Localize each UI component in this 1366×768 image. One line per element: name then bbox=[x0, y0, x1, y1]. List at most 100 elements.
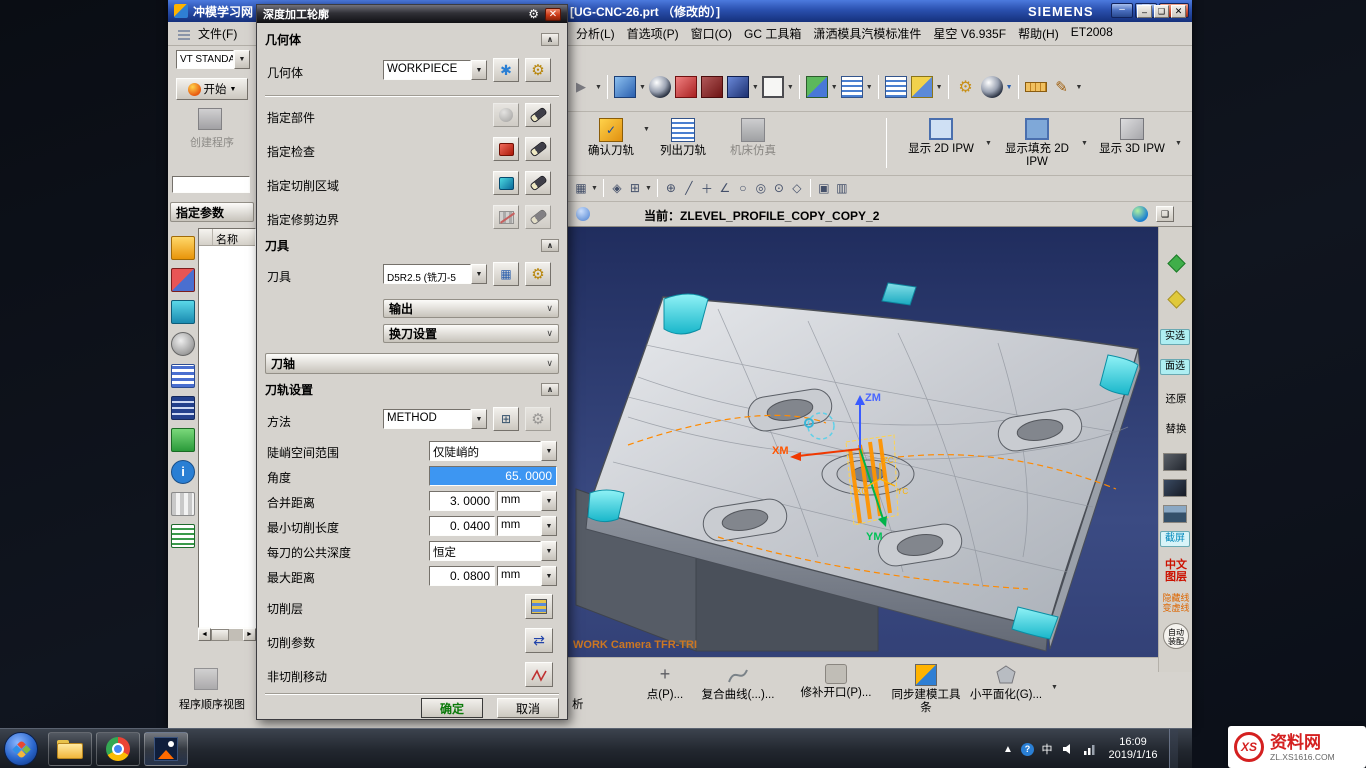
chevron-down-icon[interactable]: ▼ bbox=[471, 409, 487, 429]
chevron-down-icon[interactable]: ▼ bbox=[541, 441, 557, 461]
expand-icon[interactable]: ∨ bbox=[546, 358, 553, 369]
sync-modeling-button[interactable]: 同步建模工具条 bbox=[888, 664, 964, 715]
cut-levels-button[interactable] bbox=[525, 594, 553, 619]
shaded-view-icon[interactable] bbox=[649, 76, 671, 98]
nav-back-icon[interactable]: ▶ bbox=[570, 76, 592, 98]
method-dropdown[interactable]: METHOD ▼ bbox=[383, 409, 487, 429]
remove-face-icon[interactable] bbox=[675, 76, 697, 98]
tray-expand-icon[interactable]: ▲ bbox=[1000, 741, 1016, 757]
toolbar-preset-combo[interactable]: VT STANDA ▼ bbox=[176, 50, 250, 69]
extrude-icon[interactable] bbox=[614, 76, 636, 98]
volume-icon[interactable] bbox=[1060, 741, 1076, 757]
snap-point-icon[interactable]: ⊕ bbox=[662, 179, 680, 197]
chevron-down-icon[interactable]: ▼ bbox=[1006, 84, 1013, 91]
left-strip-icon[interactable] bbox=[171, 332, 195, 356]
select-check-button[interactable] bbox=[493, 137, 519, 161]
select-trim-button[interactable] bbox=[493, 205, 519, 229]
snap-quadrant-icon[interactable]: ◎ bbox=[752, 179, 770, 197]
menu-help[interactable]: 帮助(H) bbox=[1012, 25, 1065, 42]
new-geometry-button[interactable]: ✱ bbox=[493, 58, 519, 82]
expand-icon[interactable]: ∨ bbox=[546, 303, 553, 314]
collapse-icon[interactable]: ∧ bbox=[541, 33, 559, 46]
show-2d-ipw-fill-button[interactable]: 显示填充 2D IPW bbox=[994, 118, 1080, 169]
taskbar-chrome-button[interactable] bbox=[96, 732, 140, 766]
tool-value[interactable]: D5R2.5 (铣刀-5 bbox=[383, 264, 471, 284]
steep-range-dropdown[interactable]: 仅陡峭的 ▼ bbox=[429, 441, 557, 461]
collapse-icon[interactable]: ∧ bbox=[541, 383, 559, 396]
flashlight-icon[interactable] bbox=[525, 103, 551, 127]
geometry-section-header[interactable]: 几何体 ∧ bbox=[265, 31, 559, 48]
menu-et2008[interactable]: ET2008 bbox=[1065, 25, 1119, 42]
filter-input[interactable] bbox=[172, 176, 250, 193]
merge-unit-dropdown[interactable]: mm ▼ bbox=[497, 491, 557, 511]
green-diamond-icon[interactable] bbox=[1167, 254, 1185, 272]
help-tray-icon[interactable]: ? bbox=[1021, 743, 1034, 756]
chevron-down-icon[interactable]: ▼ bbox=[541, 516, 557, 536]
face-select-button[interactable]: 面选 bbox=[1160, 359, 1190, 375]
chevron-down-icon[interactable]: ▼ bbox=[866, 84, 873, 91]
operation-navigator-table[interactable]: 名称 bbox=[198, 228, 256, 628]
dialog-title-bar[interactable]: 深度加工轮廓 ⚙ ✕ bbox=[257, 5, 567, 23]
toolbar-preset-value[interactable]: VT STANDA bbox=[176, 50, 234, 69]
steep-range-value[interactable]: 仅陡峭的 bbox=[429, 441, 541, 461]
machine-simulation-button[interactable]: 机床仿真 bbox=[718, 118, 788, 158]
chevron-down-icon[interactable]: ▼ bbox=[787, 84, 794, 91]
max-distance-input[interactable]: 0. 0800 bbox=[429, 566, 495, 586]
tool-change-group-bar[interactable]: 换刀设置 ∨ bbox=[383, 324, 559, 343]
window-tile-icon[interactable]: ❑ bbox=[1156, 206, 1174, 222]
annotation-pencil-icon[interactable]: ✎ bbox=[1051, 76, 1073, 98]
snap-intersection-icon[interactable]: ∠ bbox=[716, 179, 734, 197]
network-icon[interactable] bbox=[1081, 741, 1097, 757]
menu-preferences[interactable]: 首选项(P) bbox=[621, 25, 685, 42]
chevron-down-icon[interactable]: ▼ bbox=[595, 84, 602, 91]
globe-icon[interactable] bbox=[1132, 206, 1148, 222]
tool-dropdown[interactable]: D5R2.5 (铣刀-5 ▼ bbox=[383, 264, 487, 284]
table-hscrollbar[interactable]: ◄ ► bbox=[198, 628, 256, 641]
chevron-down-icon[interactable]: ▼ bbox=[936, 84, 943, 91]
restore-button[interactable]: 还原 bbox=[1160, 393, 1192, 405]
chevron-down-icon[interactable]: ▼ bbox=[234, 50, 250, 69]
table-col-name[interactable]: 名称 bbox=[213, 229, 255, 245]
child-restore-button[interactable]: ❑ bbox=[1154, 5, 1169, 18]
chevron-down-icon[interactable]: ▼ bbox=[541, 566, 557, 586]
snap-angle-icon[interactable]: ◇ bbox=[788, 179, 806, 197]
chevron-down-icon[interactable]: ▼ bbox=[831, 84, 838, 91]
method-value[interactable]: METHOD bbox=[383, 409, 471, 429]
taskbar-explorer-button[interactable] bbox=[48, 732, 92, 766]
flashlight-icon[interactable] bbox=[525, 137, 551, 161]
chevron-down-icon[interactable]: ▼ bbox=[541, 541, 557, 561]
list-toolpath-button[interactable]: 列出刀轨 bbox=[654, 118, 712, 158]
flashlight-icon[interactable] bbox=[525, 171, 551, 195]
left-strip-icon[interactable] bbox=[171, 300, 195, 324]
chevron-down-icon[interactable]: ▼ bbox=[1051, 684, 1058, 691]
snap-grid-icon[interactable]: ▦ bbox=[572, 179, 590, 197]
unite-icon[interactable] bbox=[727, 76, 749, 98]
delete-body-icon[interactable] bbox=[701, 76, 723, 98]
child-close-button[interactable]: ✕ bbox=[1171, 5, 1186, 18]
pattern-feature-icon[interactable] bbox=[841, 76, 863, 98]
child-minimize-button[interactable]: – bbox=[1137, 5, 1152, 18]
rectangle-tool-icon[interactable] bbox=[762, 76, 784, 98]
create-program-icon[interactable] bbox=[198, 108, 222, 130]
chevron-down-icon[interactable]: ▼ bbox=[643, 126, 650, 133]
snap-midpoint-icon[interactable]: ＋ bbox=[698, 179, 716, 197]
spreadsheet-icon[interactable] bbox=[885, 76, 907, 98]
merge-unit-value[interactable]: mm bbox=[497, 491, 541, 511]
show-2d-ipw-button[interactable]: 显示 2D IPW bbox=[900, 118, 982, 156]
path-settings-header[interactable]: 刀轨设置 ∧ bbox=[265, 381, 559, 398]
min-cut-unit-dropdown[interactable]: mm ▼ bbox=[497, 516, 557, 536]
common-depth-value[interactable]: 恒定 bbox=[429, 541, 541, 561]
common-depth-dropdown[interactable]: 恒定 ▼ bbox=[429, 541, 557, 561]
left-strip-icon[interactable] bbox=[171, 236, 195, 260]
chevron-down-icon[interactable]: ▼ bbox=[985, 140, 992, 147]
cancel-button[interactable]: 取消 bbox=[497, 698, 559, 718]
chevron-down-icon[interactable]: ▼ bbox=[591, 185, 598, 192]
verify-toolpath-button[interactable]: ✓ 确认刀轨 bbox=[582, 118, 640, 158]
select-part-button[interactable] bbox=[493, 103, 519, 127]
replace-button[interactable]: 替换 bbox=[1160, 423, 1192, 435]
measure-ruler-icon[interactable] bbox=[1025, 82, 1047, 92]
datum-csys-icon[interactable] bbox=[911, 76, 933, 98]
geometry-dropdown[interactable]: WORKPIECE ▼ bbox=[383, 60, 487, 80]
min-cut-length-input[interactable]: 0. 0400 bbox=[429, 516, 495, 536]
chevron-down-icon[interactable]: ▼ bbox=[1076, 84, 1083, 91]
